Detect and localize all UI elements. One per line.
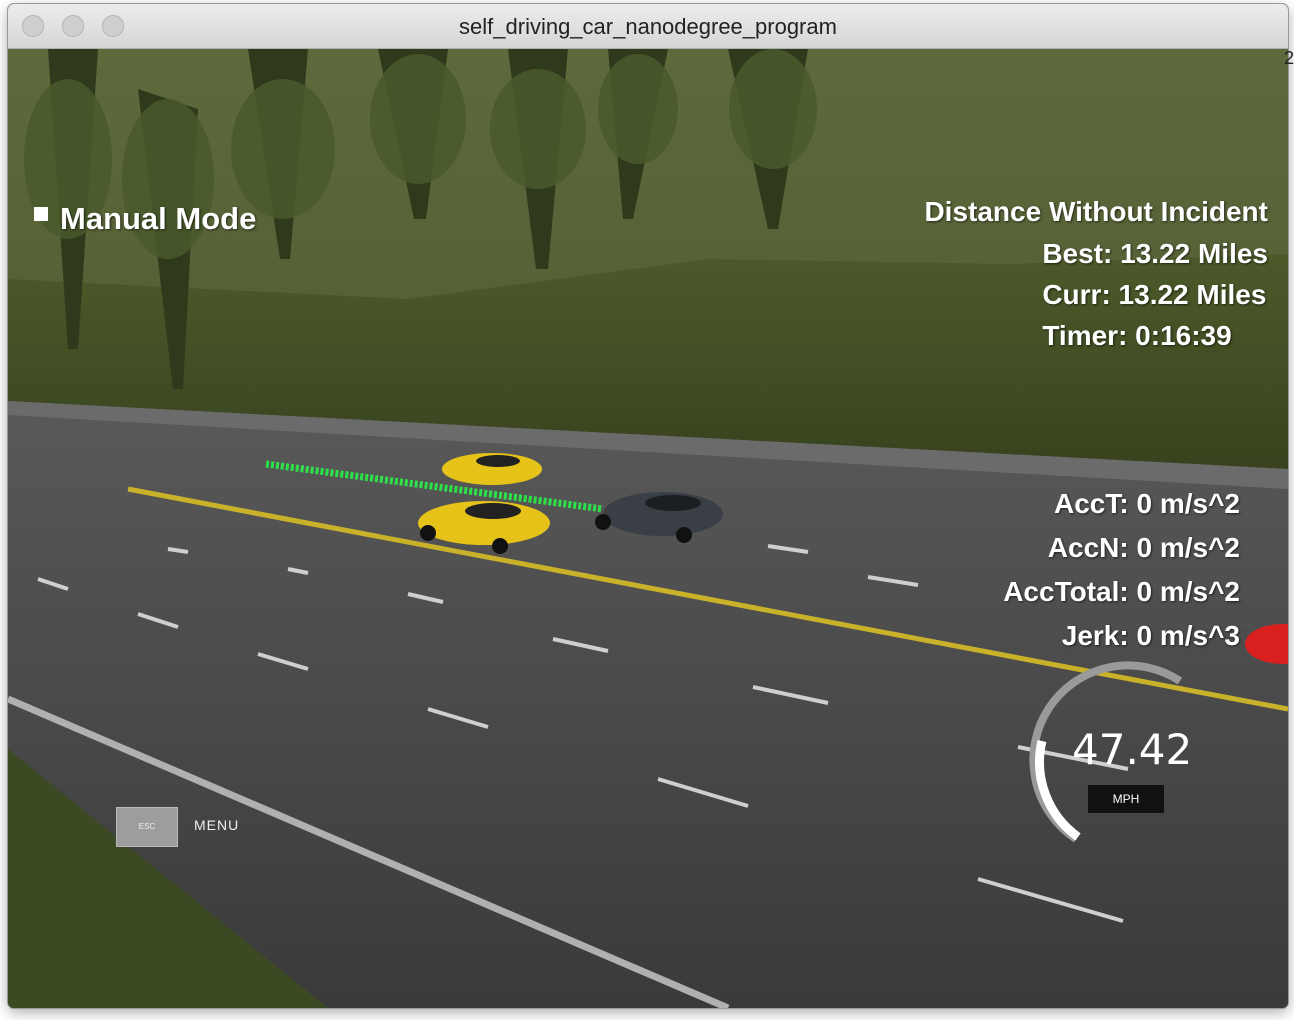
jerk-readout: Jerk: 0 m/s^3 bbox=[1061, 620, 1240, 651]
distance-title: Distance Without Incident bbox=[924, 196, 1268, 227]
timer: Timer: 0:16:39 bbox=[1042, 320, 1232, 351]
acceleration-panel: AccT: 0 m/s^2 AccN: 0 m/s^2 AccTotal: 0 … bbox=[1003, 482, 1240, 658]
mode-indicator: Manual Mode bbox=[34, 201, 256, 237]
menu-label[interactable]: MENU bbox=[194, 817, 239, 833]
mode-label: Manual Mode bbox=[60, 201, 257, 236]
esc-key-button[interactable]: ESC bbox=[116, 807, 178, 847]
mode-checkbox-icon[interactable] bbox=[34, 207, 48, 221]
traffic-car-far bbox=[442, 453, 542, 485]
simulator-viewport[interactable]: Manual Mode Distance Without Incident Be… bbox=[8, 49, 1288, 1008]
best-distance: Best: 13.22 Miles bbox=[1042, 238, 1268, 269]
acc-n-readout: AccN: 0 m/s^2 bbox=[1047, 532, 1240, 563]
current-distance: Curr: 13.22 Miles bbox=[1042, 279, 1267, 310]
speed-unit-label: MPH bbox=[1088, 785, 1164, 813]
simulator-window: self_driving_car_nanodegree_program Manu… bbox=[8, 4, 1288, 1008]
speed-value: 47.42 bbox=[1072, 725, 1193, 774]
distance-panel: Distance Without Incident Best: 13.22 Mi… bbox=[908, 191, 1268, 356]
window-title: self_driving_car_nanodegree_program bbox=[459, 14, 837, 39]
acc-t-readout: AccT: 0 m/s^2 bbox=[1054, 488, 1240, 519]
acc-total-readout: AccTotal: 0 m/s^2 bbox=[1003, 576, 1240, 607]
edge-mark: 2 bbox=[1283, 48, 1294, 68]
title-bar[interactable]: self_driving_car_nanodegree_program bbox=[8, 4, 1288, 49]
